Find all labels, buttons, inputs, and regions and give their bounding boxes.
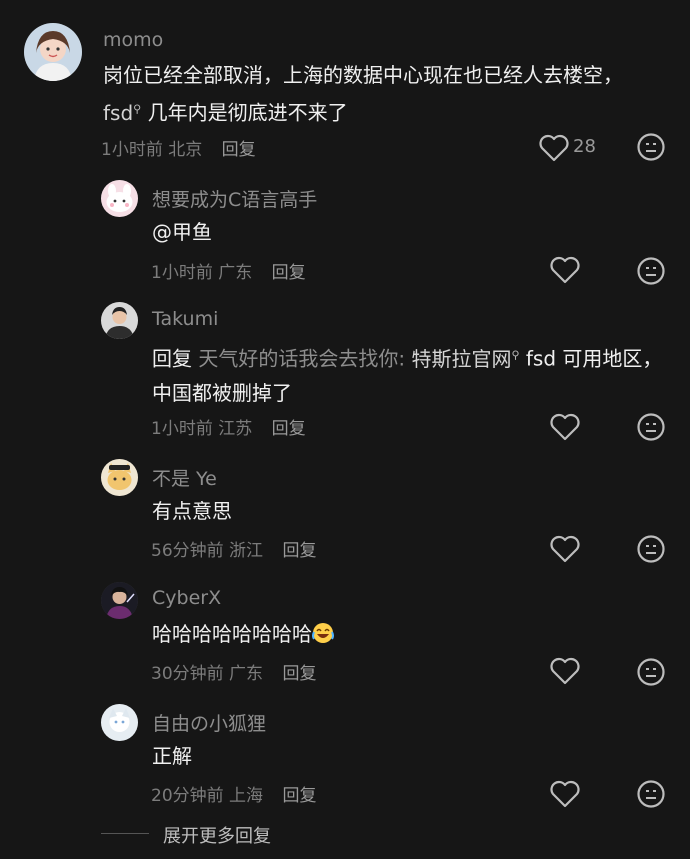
comment-meta: 1小时前 广东 回复 <box>151 258 306 283</box>
heart-outline-icon[interactable] <box>550 413 580 441</box>
comment-text: 哈哈哈哈哈哈哈哈 <box>152 617 690 651</box>
comment-location: 广东 <box>218 263 253 283</box>
reply-prefix: 回复 <box>152 346 192 371</box>
avatar-momo[interactable] <box>24 23 82 81</box>
heart-outline-icon[interactable] <box>539 134 569 162</box>
comment-time: 1小时前 <box>151 419 213 439</box>
comment-text: @甲鱼 <box>152 220 212 244</box>
comment-time: 30分钟前 <box>151 664 224 684</box>
avatar-fox[interactable] <box>101 704 138 741</box>
username[interactable]: 不是 Ye <box>152 464 217 491</box>
username[interactable]: 想要成为C语言高手 <box>152 185 317 212</box>
meh-face-icon[interactable] <box>636 779 666 809</box>
heart-outline-icon[interactable] <box>550 535 580 563</box>
like-count: 28 <box>573 136 596 157</box>
heart-outline-icon[interactable] <box>550 256 580 284</box>
comment-location: 北京 <box>168 140 203 160</box>
meh-face-icon[interactable] <box>636 256 666 286</box>
avatar-bushi-ye[interactable] <box>101 459 138 496</box>
comment-text: 正解 <box>152 744 192 768</box>
avatar-c-master[interactable] <box>101 180 138 217</box>
comment-time: 1小时前 <box>101 140 163 160</box>
comment-time: 20分钟前 <box>151 786 224 806</box>
username[interactable]: Takumi <box>152 308 218 330</box>
search-icon: ⚲ <box>133 102 142 115</box>
meh-face-icon[interactable] <box>636 132 666 162</box>
reply-button[interactable]: 回复 <box>282 664 316 684</box>
laughing-crying-emoji <box>312 623 334 643</box>
comment-text: 岗位已经全部取消，上海的数据中心现在也已经人去楼空， fsd⚲ 几年内是彻底进不… <box>103 58 643 130</box>
meh-face-icon[interactable] <box>636 412 666 442</box>
comment-location: 江苏 <box>218 419 253 439</box>
username[interactable]: CyberX <box>152 587 221 609</box>
comment-location: 广东 <box>229 664 264 684</box>
search-link[interactable]: fsd⚲ <box>103 101 141 125</box>
divider-line <box>101 833 149 834</box>
reply-to-user[interactable]: 天气好的话我会去找你: <box>198 347 405 371</box>
comment-meta: 1小时前 江苏 回复 <box>151 414 306 439</box>
reply-button[interactable]: 回复 <box>282 541 316 561</box>
heart-outline-icon[interactable] <box>550 657 580 685</box>
comment-meta: 1小时前 北京 回复 <box>101 135 256 160</box>
comment-location: 浙江 <box>229 541 264 561</box>
reply-button[interactable]: 回复 <box>272 263 306 283</box>
comment-text: 有点意思 <box>152 499 232 523</box>
comment-text-main: 岗位已经全部取消，上海的数据中心现在也已经人去楼空， <box>103 63 623 87</box>
search-link[interactable]: 特斯拉官网⚲ <box>411 347 519 371</box>
heart-outline-icon[interactable] <box>550 780 580 808</box>
avatar-takumi[interactable] <box>101 302 138 339</box>
meh-face-icon[interactable] <box>636 657 666 687</box>
show-more-replies-button[interactable]: 展开更多回复 <box>163 822 271 848</box>
username[interactable]: 自由の小狐狸 <box>152 709 266 736</box>
comment-text-after: 几年内是彻底进不来了 <box>147 100 348 125</box>
reply-button[interactable]: 回复 <box>222 140 256 160</box>
comment-time: 1小时前 <box>151 263 213 283</box>
comment-text: 回复 天气好的话我会去找你: 特斯拉官网⚲ fsd 可用地区，中国都被删掉了 <box>152 338 672 410</box>
comment-text-main: 哈哈哈哈哈哈哈哈 <box>152 622 312 646</box>
comment-meta: 56分钟前 浙江 回复 <box>151 536 316 561</box>
comment-location: 上海 <box>229 786 264 806</box>
search-icon: ⚲ <box>511 348 520 361</box>
comment-time: 56分钟前 <box>151 541 224 561</box>
comment-meta: 20分钟前 上海 回复 <box>151 781 316 806</box>
meh-face-icon[interactable] <box>636 534 666 564</box>
avatar-cyberx[interactable] <box>101 582 138 619</box>
reply-button[interactable]: 回复 <box>282 786 316 806</box>
username[interactable]: momo <box>103 29 163 51</box>
reply-button[interactable]: 回复 <box>272 419 306 439</box>
comment-meta: 30分钟前 广东 回复 <box>151 659 316 684</box>
